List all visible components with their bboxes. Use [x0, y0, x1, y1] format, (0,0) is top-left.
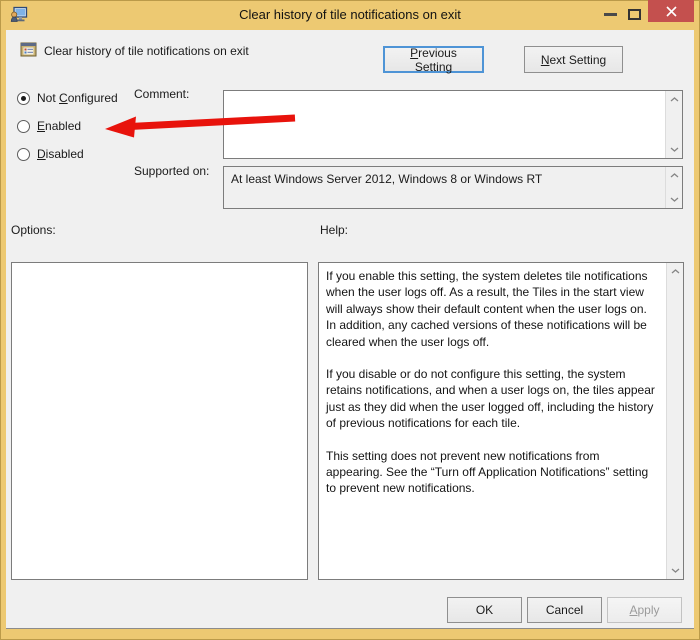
setting-title: Clear history of tile notifications on e…	[44, 44, 249, 58]
minimize-icon[interactable]	[604, 13, 617, 16]
scroll-down-icon[interactable]	[666, 192, 682, 207]
dialog-content: Clear history of tile notifications on e…	[6, 30, 694, 629]
scroll-down-icon[interactable]	[667, 563, 683, 578]
options-label: Options:	[11, 223, 56, 237]
next-setting-button[interactable]: Next Setting	[524, 46, 623, 73]
radio-label: Enabled	[37, 119, 82, 133]
help-panel: If you enable this setting, the system d…	[318, 262, 684, 580]
supported-on-value: At least Windows Server 2012, Windows 8 …	[231, 172, 543, 186]
comment-scrollbar[interactable]	[665, 91, 682, 158]
radio-circle-selected[interactable]	[17, 91, 30, 105]
scroll-down-icon[interactable]	[666, 142, 682, 157]
window-title: Clear history of tile notifications on e…	[239, 7, 461, 22]
help-paragraph: This setting does not prevent new notifi…	[326, 448, 649, 496]
ok-button[interactable]: OK	[447, 597, 522, 623]
comment-label: Comment:	[134, 87, 190, 101]
radio-label: Not Configured	[37, 91, 118, 105]
previous-setting-button[interactable]: Previous Setting	[383, 46, 484, 74]
policy-setting-icon	[20, 41, 37, 58]
options-panel	[11, 262, 308, 580]
dialog-window: Clear history of tile notifications on e…	[0, 0, 700, 640]
cancel-button[interactable]: Cancel	[527, 597, 602, 623]
help-scrollbar[interactable]	[666, 263, 683, 579]
radio-label: Disabled	[37, 147, 84, 161]
close-icon[interactable]	[648, 0, 694, 22]
radio-circle[interactable]	[17, 147, 30, 161]
supported-on-label: Supported on:	[134, 164, 210, 178]
maximize-icon[interactable]	[628, 9, 641, 20]
titlebar: Clear history of tile notifications on e…	[0, 0, 700, 30]
apply-button: Apply	[607, 597, 682, 623]
supported-on-textbox: At least Windows Server 2012, Windows 8 …	[223, 166, 683, 209]
help-paragraph: If you enable this setting, the system d…	[326, 269, 648, 349]
comment-textbox[interactable]	[223, 90, 683, 159]
help-text: If you enable this setting, the system d…	[326, 268, 659, 513]
help-label: Help:	[320, 223, 349, 237]
supported-scrollbar[interactable]	[665, 167, 682, 208]
radio-circle[interactable]	[17, 119, 30, 133]
scroll-up-icon[interactable]	[666, 92, 682, 107]
scroll-up-icon[interactable]	[666, 168, 682, 183]
radio-not-configured[interactable]: Not Configured	[17, 91, 118, 105]
help-paragraph: If you disable or do not configure this …	[326, 367, 655, 431]
radio-enabled[interactable]: Enabled	[17, 119, 81, 133]
scroll-up-icon[interactable]	[667, 264, 683, 279]
radio-disabled[interactable]: Disabled	[17, 147, 84, 161]
